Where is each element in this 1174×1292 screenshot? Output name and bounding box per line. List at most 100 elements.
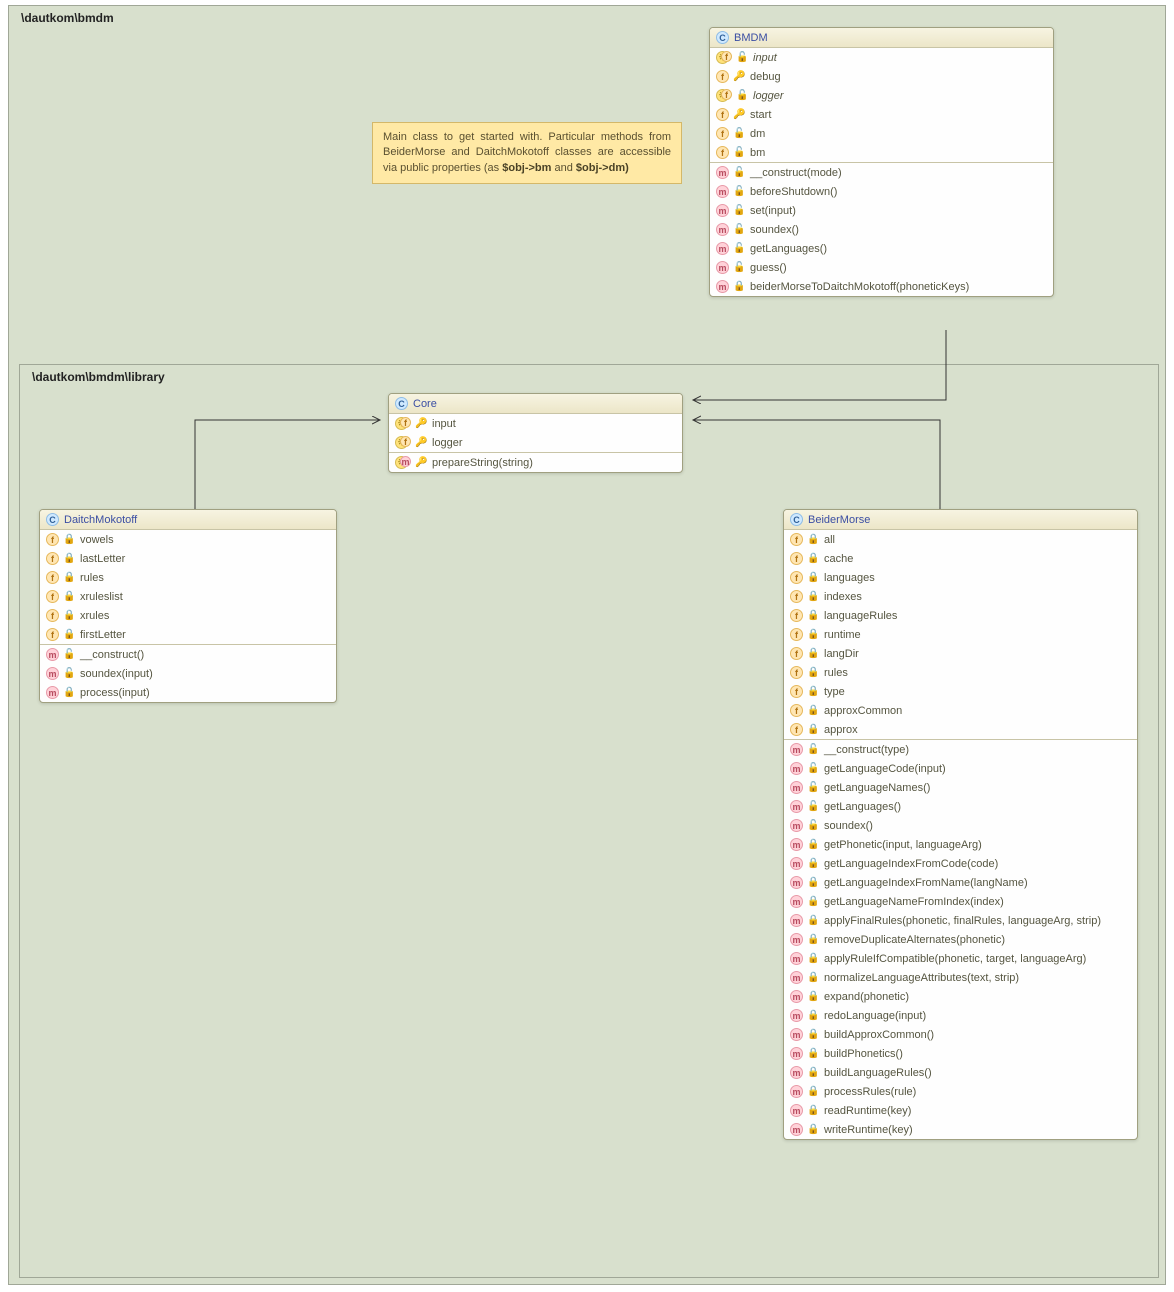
member-row[interactable]: m🔓getLanguageNames()	[784, 778, 1137, 797]
member-row[interactable]: ✳f🔑input	[389, 414, 682, 433]
member-row[interactable]: m🔒getLanguageIndexFromCode(code)	[784, 854, 1137, 873]
member-row[interactable]: m🔒redoLanguage(input)	[784, 1006, 1137, 1025]
member-row[interactable]: m🔒processRules(rule)	[784, 1082, 1137, 1101]
member-row[interactable]: m🔒getLanguageIndexFromName(langName)	[784, 873, 1137, 892]
visibility-private-icon: 🔒	[64, 591, 75, 602]
member-row[interactable]: m🔒writeRuntime(key)	[784, 1120, 1137, 1139]
class-bmdm[interactable]: C BMDM ✳f🔓inputf🔑debug✳f🔓loggerf🔑startf🔓…	[709, 27, 1054, 297]
member-row[interactable]: f🔒xrules	[40, 606, 336, 625]
visibility-private-icon: 🔒	[808, 553, 819, 564]
member-row[interactable]: m🔓__construct(type)	[784, 740, 1137, 759]
visibility-private-icon: 🔒	[734, 281, 745, 292]
member-row[interactable]: m🔓soundex(input)	[40, 664, 336, 683]
field-icon: f	[46, 552, 59, 565]
visibility-private-icon: 🔒	[808, 572, 819, 583]
method-icon: m	[716, 242, 729, 255]
member-row[interactable]: m🔓soundex()	[710, 220, 1053, 239]
visibility-private-icon: 🔒	[64, 553, 75, 564]
member-row[interactable]: m🔓getLanguages()	[784, 797, 1137, 816]
member-row[interactable]: m🔓set(input)	[710, 201, 1053, 220]
class-icon: C	[395, 397, 408, 410]
member-row[interactable]: ✳f🔓input	[710, 48, 1053, 67]
method-icon: m	[790, 1123, 803, 1136]
member-row[interactable]: f🔒type	[784, 682, 1137, 701]
class-beider-name: BeiderMorse	[808, 514, 870, 526]
member-row[interactable]: m🔒normalizeLanguageAttributes(text, stri…	[784, 968, 1137, 987]
visibility-public-icon: 🔓	[734, 243, 745, 254]
member-row[interactable]: m🔓getLanguages()	[710, 239, 1053, 258]
member-row[interactable]: m🔒process(input)	[40, 683, 336, 702]
member-row[interactable]: f🔓bm	[710, 143, 1053, 162]
member-label: buildPhonetics()	[824, 1048, 903, 1060]
member-row[interactable]: f🔒rules	[784, 663, 1137, 682]
class-core[interactable]: C Core ✳f🔑input✳f🔑logger ✳m🔑prepareStrin…	[388, 393, 683, 473]
class-beider[interactable]: C BeiderMorse f🔒allf🔒cachef🔒languagesf🔒i…	[783, 509, 1138, 1140]
method-icon: m	[790, 800, 803, 813]
member-label: type	[824, 686, 845, 698]
visibility-private-icon: 🔒	[808, 629, 819, 640]
member-row[interactable]: m🔒buildLanguageRules()	[784, 1063, 1137, 1082]
member-row[interactable]: ✳m🔑prepareString(string)	[389, 453, 682, 472]
member-label: runtime	[824, 629, 861, 641]
member-row[interactable]: m🔒buildPhonetics()	[784, 1044, 1137, 1063]
member-row[interactable]: m🔓beforeShutdown()	[710, 182, 1053, 201]
member-label: getPhonetic(input, languageArg)	[824, 839, 982, 851]
member-row[interactable]: m🔒expand(phonetic)	[784, 987, 1137, 1006]
method-icon: m	[790, 895, 803, 908]
member-label: redoLanguage(input)	[824, 1010, 926, 1022]
member-row[interactable]: m🔓guess()	[710, 258, 1053, 277]
member-row[interactable]: f🔒all	[784, 530, 1137, 549]
member-row[interactable]: m🔒getPhonetic(input, languageArg)	[784, 835, 1137, 854]
member-row[interactable]: m🔒buildApproxCommon()	[784, 1025, 1137, 1044]
member-row[interactable]: ✳f🔑logger	[389, 433, 682, 452]
member-row[interactable]: m🔓getLanguageCode(input)	[784, 759, 1137, 778]
field-icon: f	[790, 609, 803, 622]
method-icon: m	[790, 933, 803, 946]
member-label: buildApproxCommon()	[824, 1029, 934, 1041]
member-row[interactable]: f🔒indexes	[784, 587, 1137, 606]
member-label: processRules(rule)	[824, 1086, 916, 1098]
member-row[interactable]: f🔒cache	[784, 549, 1137, 568]
member-row[interactable]: f🔒vowels	[40, 530, 336, 549]
member-row[interactable]: ✳f🔓logger	[710, 86, 1053, 105]
member-row[interactable]: f🔑start	[710, 105, 1053, 124]
member-row[interactable]: m🔒applyFinalRules(phonetic, finalRules, …	[784, 911, 1137, 930]
member-label: indexes	[824, 591, 862, 603]
member-row[interactable]: m🔒beiderMorseToDaitchMokotoff(phoneticKe…	[710, 277, 1053, 296]
member-row[interactable]: f🔒approx	[784, 720, 1137, 739]
class-beider-fields: f🔒all f 🔒 cache f🔒languages f 🔒 indexes f🔒langua…	[784, 530, 1137, 739]
field-icon: f	[790, 704, 803, 717]
member-row[interactable]: m🔒removeDuplicateAlternates(phonetic)	[784, 930, 1137, 949]
member-row[interactable]: f🔒lastLetter	[40, 549, 336, 568]
member-row[interactable]: m🔒readRuntime(key)	[784, 1101, 1137, 1120]
field-icon: f	[46, 571, 59, 584]
member-label: rules	[80, 572, 104, 584]
member-row[interactable]: f🔓dm	[710, 124, 1053, 143]
visibility-public-icon: 🔓	[737, 52, 748, 63]
member-row[interactable]: f🔒firstLetter	[40, 625, 336, 644]
member-row[interactable]: m🔓soundex()	[784, 816, 1137, 835]
member-row[interactable]: f🔑debug	[710, 67, 1053, 86]
member-label: cache	[824, 553, 853, 565]
member-row[interactable]: m🔓__construct()	[40, 645, 336, 664]
visibility-private-icon: 🔒	[808, 686, 819, 697]
member-row[interactable]: f🔒langDir	[784, 644, 1137, 663]
member-row[interactable]: m🔓__construct(mode)	[710, 163, 1053, 182]
member-row[interactable]: f🔒approxCommon	[784, 701, 1137, 720]
visibility-private-icon: 🔒	[808, 591, 819, 602]
class-daitch-name: DaitchMokotoff	[64, 514, 137, 526]
member-row[interactable]: f🔒runtime	[784, 625, 1137, 644]
visibility-public-icon: 🔓	[808, 744, 819, 755]
member-row[interactable]: m🔒applyRuleIfCompatible(phonetic, target…	[784, 949, 1137, 968]
member-row[interactable]: m🔒getLanguageNameFromIndex(index)	[784, 892, 1137, 911]
member-row[interactable]: f🔒languages	[784, 568, 1137, 587]
class-daitch[interactable]: C DaitchMokotoff f🔒vowelsf🔒lastLetterf🔒r…	[39, 509, 337, 703]
method-icon: m	[790, 857, 803, 870]
member-row[interactable]: f🔒xruleslist	[40, 587, 336, 606]
visibility-private-icon: 🔒	[808, 1010, 819, 1021]
class-bmdm-methods: m🔓__construct(mode)m🔓beforeShutdown()m🔓s…	[710, 163, 1053, 296]
member-row[interactable]: f🔒rules	[40, 568, 336, 587]
field-icon: f	[46, 590, 59, 603]
member-row[interactable]: f🔒languageRules	[784, 606, 1137, 625]
member-label: soundex(input)	[80, 668, 153, 680]
